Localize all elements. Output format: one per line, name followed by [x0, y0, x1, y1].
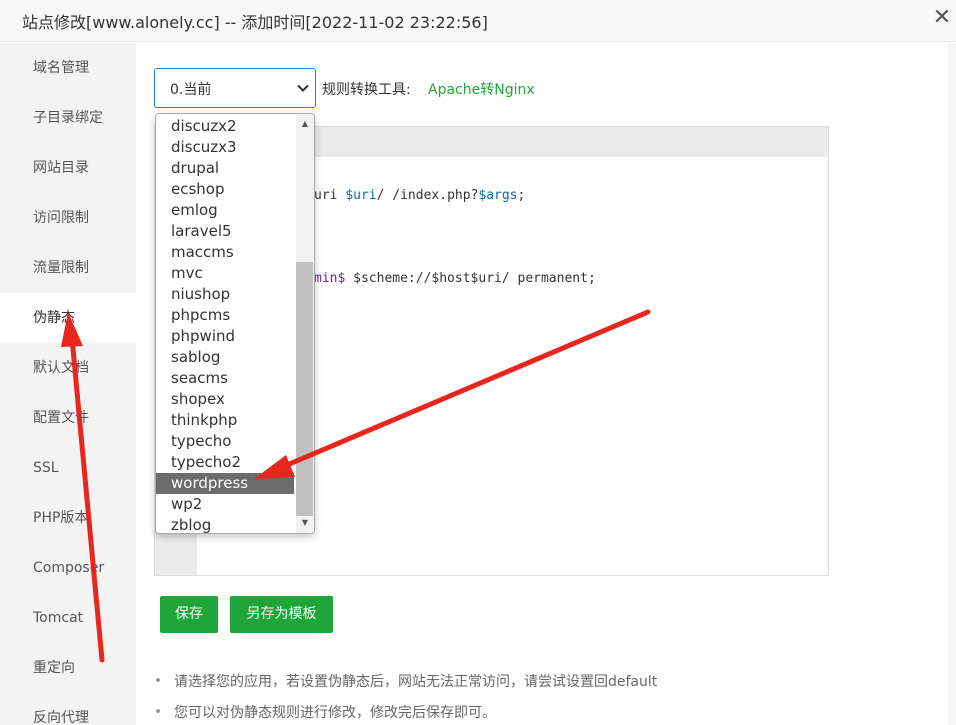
dialog-title: 站点修改[www.alonely.cc] -- 添加时间[2022-11-02 …: [22, 13, 488, 32]
rewrite-template-select[interactable]: 0.当前: [154, 68, 316, 108]
option-niushop[interactable]: niushop: [156, 284, 294, 305]
sidebar-item-site-dir[interactable]: 网站目录: [0, 143, 136, 193]
option-thinkphp[interactable]: thinkphp: [156, 410, 294, 431]
option-wp2[interactable]: wp2: [156, 494, 294, 515]
option-typecho2[interactable]: typecho2: [156, 452, 294, 473]
chevron-down-icon: [297, 84, 309, 92]
sidebar-item-redirect[interactable]: 重定向: [0, 643, 136, 693]
option-laravel5[interactable]: laravel5: [156, 221, 294, 242]
panel-scrollbar[interactable]: [948, 43, 956, 725]
option-sablog[interactable]: sablog: [156, 347, 294, 368]
option-ecshop[interactable]: ecshop: [156, 179, 294, 200]
option-typecho[interactable]: typecho: [156, 431, 294, 452]
close-icon[interactable]: ✕: [930, 6, 954, 30]
sidebar-item-reverse-proxy[interactable]: 反向代理: [0, 693, 136, 725]
option-discuzx2[interactable]: discuzx2: [156, 116, 294, 137]
option-drupal[interactable]: drupal: [156, 158, 294, 179]
bullet-icon: [156, 678, 160, 682]
option-zblog[interactable]: zblog: [156, 515, 294, 533]
sidebar: 域名管理 子目录绑定 网站目录 访问限制 流量限制 伪静态 默认文档 配置文件 …: [0, 43, 136, 725]
apache-to-nginx-link[interactable]: Apache转Nginx: [428, 79, 535, 99]
scroll-down-icon[interactable]: ▼: [296, 515, 314, 531]
bullet-icon: [156, 709, 160, 713]
sidebar-item-php-version[interactable]: PHP版本: [0, 493, 136, 543]
sidebar-item-domain[interactable]: 域名管理: [0, 43, 136, 93]
sidebar-item-access-limit[interactable]: 访问限制: [0, 193, 136, 243]
tip-item: 请选择您的应用，若设置伪静态后，网站无法正常访问，请尝试设置回default: [156, 671, 657, 691]
sidebar-item-composer[interactable]: Composer: [0, 543, 136, 593]
tool-label: 规则转换工具:: [322, 82, 411, 98]
dropdown-scrollbar-thumb[interactable]: [296, 262, 313, 516]
code-line-rewrite-admin: min$ $scheme://$host$uri/ permanent;: [314, 271, 596, 286]
save-as-template-button[interactable]: 另存为模板: [230, 596, 333, 633]
select-dropdown-list[interactable]: discuzx2 discuzx3 drupal ecshop emlog la…: [155, 113, 315, 534]
tip-item: 您可以对伪静态规则进行修改，修改完后保存即可。: [156, 702, 496, 722]
dialog-titlebar: 站点修改[www.alonely.cc] -- 添加时间[2022-11-02 …: [0, 0, 956, 42]
code-line-try-files: uri $uri/ /index.php?$args;: [314, 188, 526, 203]
sidebar-item-traffic-limit[interactable]: 流量限制: [0, 243, 136, 293]
option-mvc[interactable]: mvc: [156, 263, 294, 284]
sidebar-item-tomcat[interactable]: Tomcat: [0, 593, 136, 643]
sidebar-item-rewrite[interactable]: 伪静态: [0, 293, 136, 343]
scroll-up-icon[interactable]: ▲: [296, 116, 314, 132]
sidebar-item-ssl[interactable]: SSL: [0, 443, 136, 493]
option-maccms[interactable]: maccms: [156, 242, 294, 263]
option-wordpress[interactable]: wordpress: [156, 473, 294, 494]
option-discuzx3[interactable]: discuzx3: [156, 137, 294, 158]
option-phpwind[interactable]: phpwind: [156, 326, 294, 347]
select-value: 0.当前: [170, 82, 212, 98]
sidebar-item-default-doc[interactable]: 默认文档: [0, 343, 136, 393]
save-button[interactable]: 保存: [160, 596, 218, 633]
sidebar-item-config-file[interactable]: 配置文件: [0, 393, 136, 443]
option-emlog[interactable]: emlog: [156, 200, 294, 221]
option-seacms[interactable]: seacms: [156, 368, 294, 389]
option-phpcms[interactable]: phpcms: [156, 305, 294, 326]
sidebar-item-subdir[interactable]: 子目录绑定: [0, 93, 136, 143]
option-shopex[interactable]: shopex: [156, 389, 294, 410]
